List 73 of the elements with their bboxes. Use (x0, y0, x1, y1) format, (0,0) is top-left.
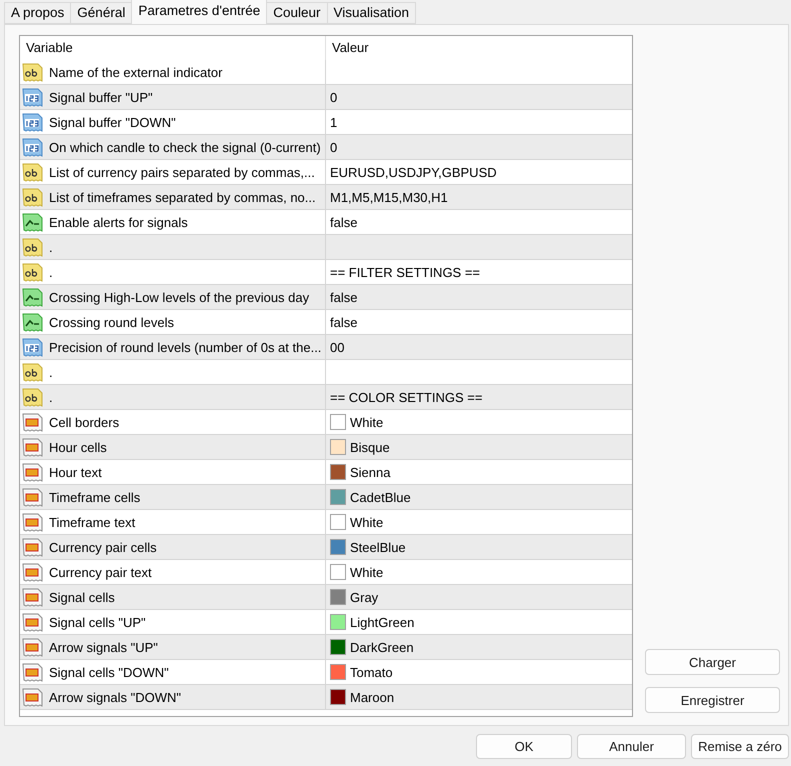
variable-name: List of timeframes separated by commas, no... (49, 190, 316, 204)
variable-name: . (49, 240, 53, 254)
variable-name: Signal cells "DOWN" (49, 664, 169, 680)
variable-name: Hour cells (49, 440, 107, 454)
text-type-icon (22, 362, 43, 382)
parameter-value[interactable]: White (350, 514, 384, 530)
parameter-value[interactable]: Sienna (350, 464, 390, 480)
tab[interactable]: A propos (4, 2, 72, 24)
parameter-value[interactable]: Gray (350, 590, 378, 604)
parameter-value[interactable]: Maroon (350, 690, 394, 704)
text-type-icon (22, 186, 43, 208)
number-type-icon (22, 86, 43, 108)
parameter-value[interactable]: == COLOR SETTINGS == (330, 390, 482, 404)
parameter-value[interactable]: EURUSD,USDJPY,GBPUSD (330, 164, 497, 180)
parameter-value[interactable]: 00 (330, 340, 344, 354)
variable-name: Timeframe cells (49, 490, 140, 504)
parameter-value[interactable]: White (350, 564, 384, 580)
number-type-icon (22, 336, 43, 358)
variable-name: Signal buffer "DOWN" (49, 114, 176, 130)
variable-name: Crossing High-Low levels of the previous day (49, 290, 310, 304)
parameter-value[interactable]: false (330, 290, 358, 304)
parameter-value[interactable]: SteelBlue (350, 540, 406, 554)
parameter-value[interactable]: 0 (330, 140, 338, 154)
tab[interactable]: Visualisation (326, 2, 416, 24)
variable-name: Timeframe text (49, 514, 136, 530)
reset-button[interactable]: Remise a zéro (691, 734, 789, 758)
parameter-value[interactable]: Tomato (350, 664, 393, 680)
cancel-button[interactable]: Annuler (577, 734, 686, 758)
parameter-value[interactable]: 0 (330, 90, 338, 104)
variable-name: Precision of round levels (number of 0s at the... (49, 340, 322, 354)
column-header: Valeur (331, 39, 370, 57)
variable-name: Cell borders (49, 414, 120, 430)
ok-button[interactable]: OK (476, 734, 572, 758)
boolean-type-icon (22, 312, 43, 332)
tab[interactable]: Couleur (266, 2, 328, 24)
number-type-icon (22, 136, 43, 158)
text-type-icon (22, 162, 43, 182)
text-type-icon (22, 62, 43, 82)
variable-name: Currency pair text (49, 564, 152, 580)
variable-name: . (49, 390, 53, 404)
variable-name: Currency pair cells (49, 540, 157, 554)
parameter-value[interactable]: 1 (330, 114, 338, 130)
parameter-value[interactable]: White (350, 414, 384, 430)
parameter-value[interactable]: == FILTER SETTINGS == (330, 264, 480, 280)
parameter-value[interactable]: LightGreen (350, 614, 414, 630)
parameter-value[interactable]: CadetBlue (350, 490, 411, 504)
parameter-value[interactable]: Bisque (350, 440, 390, 454)
boolean-type-icon (22, 286, 43, 308)
tab[interactable]: Général (70, 2, 132, 24)
parameter-value[interactable]: false (330, 214, 358, 230)
variable-name: List of currency pairs separated by commas,... (49, 164, 315, 180)
variable-name: Signal cells (49, 590, 115, 604)
text-type-icon (22, 262, 43, 282)
variable-name: Hour text (49, 464, 102, 480)
parameter-value[interactable]: DarkGreen (350, 640, 414, 654)
parameter-value[interactable]: M1,M5,M15,M30,H1 (330, 190, 448, 204)
parameter-value[interactable]: false (330, 314, 358, 330)
text-type-icon (22, 386, 43, 408)
text-type-icon (22, 236, 43, 258)
variable-name: Signal cells "UP" (49, 614, 146, 630)
variable-name: Signal buffer "UP" (49, 90, 153, 104)
variable-name: Arrow signals "DOWN" (49, 690, 182, 704)
variable-name: . (49, 264, 53, 280)
variable-name: . (49, 364, 53, 380)
load-button[interactable]: Charger (645, 649, 780, 675)
boolean-type-icon (22, 212, 43, 232)
variable-name: Arrow signals "UP" (49, 640, 158, 654)
save-button[interactable]: Enregistrer (645, 687, 780, 713)
variable-name: Enable alerts for signals (49, 214, 188, 230)
tab[interactable]: Parametres d'entrée (131, 0, 268, 24)
variable-name: Name of the external indicator (49, 64, 222, 80)
variable-name: On which candle to check the signal (0-current) (49, 140, 321, 154)
variable-name: Crossing round levels (49, 314, 174, 330)
